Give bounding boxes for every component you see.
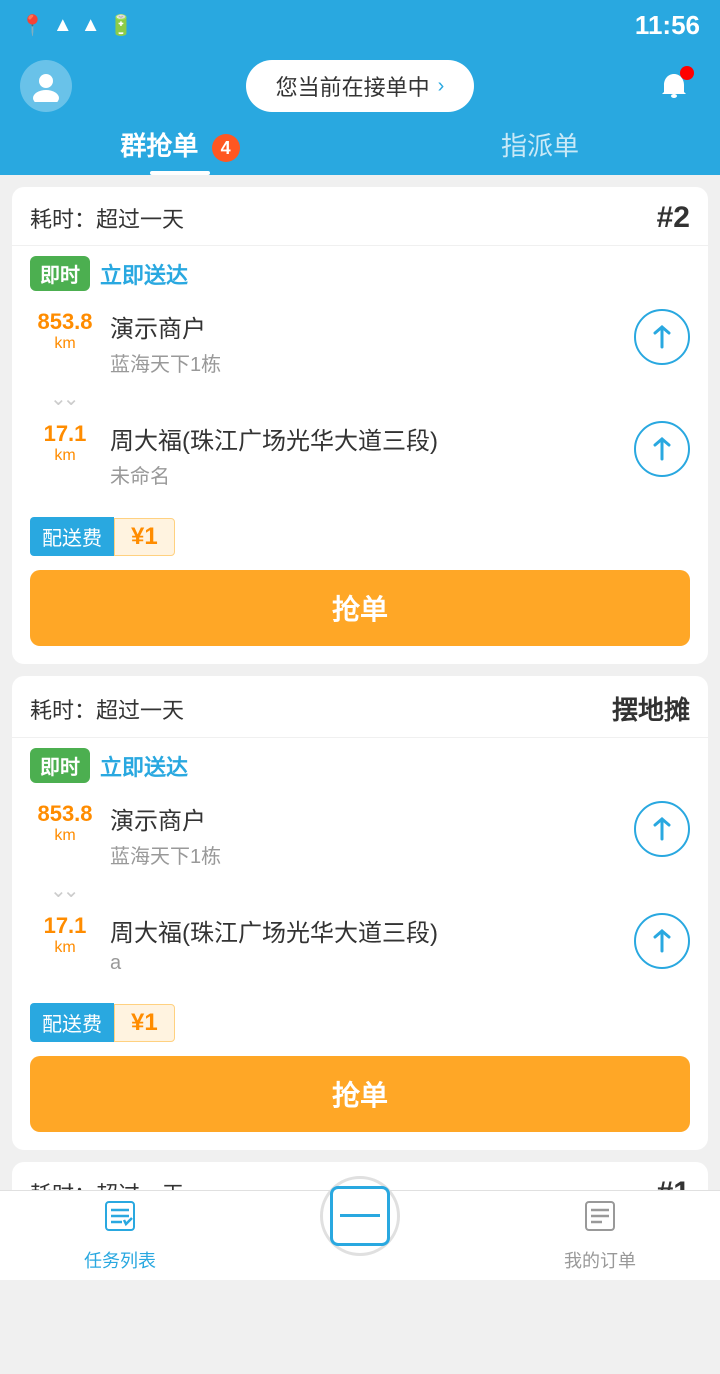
dropoff-navigate-btn[interactable] — [634, 421, 690, 477]
order-2-pickup-row: 853.8 km 演示商户 蓝海天下1栋 — [30, 791, 690, 879]
status-text: 您当前在接单中 — [276, 70, 430, 102]
order2-pickup-addr: 蓝海天下1栋 — [110, 840, 624, 869]
bottom-nav: 任务列表 我的订单 — [0, 1190, 720, 1280]
nav-scan[interactable] — [240, 1191, 480, 1280]
wifi-icon: ▲ — [53, 14, 73, 37]
nav-task-label: 任务列表 — [84, 1247, 156, 1273]
task-list-icon — [102, 1198, 138, 1243]
order-2-fee-amount: ¥1 — [114, 1004, 175, 1042]
pickup-addr: 蓝海天下1栋 — [110, 348, 624, 377]
header: 您当前在接单中 › — [0, 50, 720, 112]
tab-assigned-label: 指派单 — [501, 131, 579, 161]
order2-dropoff-dist-num: 17.1 — [44, 913, 87, 939]
nav-task-list[interactable]: 任务列表 — [0, 1191, 240, 1280]
nav-my-orders[interactable]: 我的订单 — [480, 1191, 720, 1280]
order-2-dropoff-row: 17.1 km 周大福(珠江广场光华大道三段) a — [30, 903, 690, 985]
order-2-id: 摆地摊 — [612, 690, 690, 727]
order2-dropoff-dist-unit: km — [54, 939, 75, 957]
order-1-pickup-row: 853.8 km 演示商户 蓝海天下1栋 — [30, 299, 690, 387]
pickup-dist-num: 853.8 — [37, 309, 92, 335]
order2-pickup-dist-unit: km — [54, 827, 75, 845]
order-1-dropoff-distance: 17.1 km — [30, 421, 100, 465]
pickup-dist-unit: km — [54, 335, 75, 353]
down-arrows-icon: ⌄⌄ — [50, 389, 76, 409]
dropoff-name: 周大福(珠江广场光华大道三段) — [110, 421, 624, 456]
tabs: 群抢单 4 指派单 — [0, 112, 720, 175]
order2-pickup-dist-num: 853.8 — [37, 801, 92, 827]
order-1-type: 即时 立即送达 — [12, 246, 708, 299]
order-2-time: 耗时：超过一天 — [30, 693, 184, 725]
dropoff-addr: 未命名 — [110, 460, 624, 489]
order-2-locations: 853.8 km 演示商户 蓝海天下1栋 ⌄⌄ 17.1 — [12, 791, 708, 995]
order2-dropoff-name: 周大福(珠江广场光华大道三段) — [110, 913, 624, 948]
order-2-grab-button[interactable]: 抢单 — [30, 1056, 690, 1132]
order-1-fee-label: 配送费 — [30, 517, 114, 556]
dropoff-dist-num: 17.1 — [44, 421, 87, 447]
order-1-immediate-badge: 即时 — [30, 256, 90, 291]
order-card-2: 耗时：超过一天 摆地摊 即时 立即送达 853.8 km 演示商户 蓝海天下1栋 — [12, 676, 708, 1150]
arrow-icon: › — [438, 75, 445, 98]
order-1-dropoff-info: 周大福(珠江广场光华大道三段) 未命名 — [110, 421, 624, 489]
status-time: 11:56 — [635, 10, 700, 41]
order-2-pickup-info: 演示商户 蓝海天下1栋 — [110, 801, 624, 869]
pickup-name: 演示商户 — [110, 309, 624, 344]
order-2-dropoff-distance: 17.1 km — [30, 913, 100, 957]
order-2-header: 耗时：超过一天 摆地摊 — [12, 676, 708, 738]
status-icons: 📍 ▲ ▲ 🔋 — [20, 13, 133, 38]
order-1-pickup-info: 演示商户 蓝海天下1栋 — [110, 309, 624, 377]
order-1-id: #2 — [657, 201, 690, 235]
notification-badge — [680, 66, 694, 80]
battery-icon: 🔋 — [109, 13, 134, 38]
order-2-immediate-badge: 即时 — [30, 748, 90, 783]
down-arrows-icon-2: ⌄⌄ — [50, 881, 76, 901]
order-2-pickup-distance: 853.8 km — [30, 801, 100, 845]
order-1-grab-button[interactable]: 抢单 — [30, 570, 690, 646]
order-1-dropoff-row: 17.1 km 周大福(珠江广场光华大道三段) 未命名 — [30, 411, 690, 499]
order-1-header: 耗时：超过一天 #2 — [12, 187, 708, 246]
tab-group-label: 群抢单 — [120, 131, 198, 161]
order2-dropoff-navigate-btn[interactable] — [634, 913, 690, 969]
order-1-delivery-type: 立即送达 — [100, 258, 188, 290]
order-2-divider: ⌄⌄ — [50, 879, 690, 903]
nav-orders-label: 我的订单 — [564, 1247, 636, 1273]
location-icon: 📍 — [20, 13, 45, 38]
order-1-divider: ⌄⌄ — [50, 387, 690, 411]
scan-inner — [330, 1186, 390, 1246]
order-2-fee-label: 配送费 — [30, 1003, 114, 1042]
pickup-navigate-btn[interactable] — [634, 309, 690, 365]
signal-icon: ▲ — [81, 14, 101, 37]
tab-group-orders[interactable]: 群抢单 4 — [0, 126, 360, 175]
order-2-fee-row: 配送费 ¥1 — [12, 995, 708, 1056]
my-orders-icon — [582, 1198, 618, 1243]
order-1-time: 耗时：超过一天 — [30, 202, 184, 234]
tab-assigned-orders[interactable]: 指派单 — [360, 126, 720, 175]
scan-button[interactable] — [320, 1176, 400, 1256]
order-1-pickup-distance: 853.8 km — [30, 309, 100, 353]
order2-dropoff-addr: a — [110, 952, 624, 975]
order-2-type: 即时 立即送达 — [12, 738, 708, 791]
avatar[interactable] — [20, 60, 72, 112]
tab-group-badge: 4 — [212, 134, 240, 162]
status-button[interactable]: 您当前在接单中 › — [246, 60, 475, 112]
order-1-locations: 853.8 km 演示商户 蓝海天下1栋 ⌄⌄ — [12, 299, 708, 509]
order-2-delivery-type: 立即送达 — [100, 750, 188, 782]
order-1-fee-amount: ¥1 — [114, 518, 175, 556]
bell-button[interactable] — [648, 60, 700, 112]
scan-line — [340, 1214, 380, 1217]
order-card-1: 耗时：超过一天 #2 即时 立即送达 853.8 km 演示商户 蓝海天下1栋 — [12, 187, 708, 664]
order2-pickup-name: 演示商户 — [110, 801, 624, 836]
order2-pickup-navigate-btn[interactable] — [634, 801, 690, 857]
dropoff-dist-unit: km — [54, 447, 75, 465]
order-1-fee-row: 配送费 ¥1 — [12, 509, 708, 570]
order-2-dropoff-info: 周大福(珠江广场光华大道三段) a — [110, 913, 624, 975]
status-bar: 📍 ▲ ▲ 🔋 11:56 — [0, 0, 720, 50]
